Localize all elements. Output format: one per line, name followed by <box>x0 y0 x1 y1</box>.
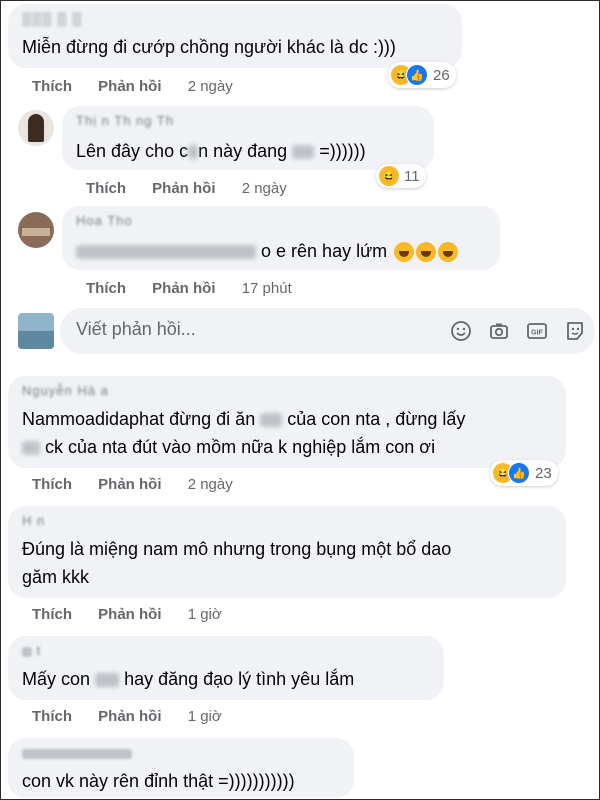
timestamp[interactable]: 2 ngày <box>188 476 233 493</box>
comment-author[interactable]: t <box>22 643 41 658</box>
comment-text: con vk này rên đỉnh thật =))))))))))) <box>22 771 295 791</box>
comment-bubble: t Mấy con hay đăng đạo lý tình yêu lắm <box>8 636 444 700</box>
svg-text:GIF: GIF <box>531 330 543 337</box>
comment-actions: Thích Phản hồi 2 ngày <box>32 476 233 493</box>
reply-input[interactable]: Viết phản hồi... GIF <box>60 308 595 354</box>
avatar[interactable] <box>18 212 54 248</box>
comment-actions: Thích Phản hồi 2 ngày <box>86 180 287 197</box>
comment-text: ck của nta đút vào mồm nữa k nghiệp lắm … <box>22 434 435 460</box>
gif-icon[interactable]: GIF <box>526 320 548 342</box>
like-icon: 👍 <box>406 64 428 86</box>
comment-author[interactable]: H n <box>22 513 45 528</box>
comment-author[interactable]: ▒▒▒ ▒ ▒ <box>22 11 82 26</box>
reply-placeholder: Viết phản hồi... <box>76 319 196 339</box>
comment-text: Miễn đừng đi cướp chồng người khác là dc… <box>22 37 396 57</box>
haha-icon: 😆 <box>379 166 399 186</box>
timestamp[interactable]: 17 phút <box>242 280 292 297</box>
comment-author[interactable]: Nguyễn Hà a <box>22 383 109 398</box>
comment-actions: Thích Phản hồi 17 phút <box>86 280 292 297</box>
reply-button[interactable]: Phản hồi <box>152 280 215 297</box>
comment-bubble: Hoa Tho o e rên hay lứm <box>62 206 500 270</box>
comment-text: Đúng là miệng nam mô nhưng trong bụng mộ… <box>22 539 452 559</box>
current-user-avatar <box>18 313 54 349</box>
timestamp[interactable]: 1 giờ <box>188 708 222 725</box>
timestamp[interactable]: 2 ngày <box>188 78 233 95</box>
reply-button[interactable]: Phản hồi <box>98 78 161 95</box>
like-button[interactable]: Thích <box>86 280 126 297</box>
comment-text: găm kkk <box>22 567 90 587</box>
comment-text: o e rên hay lứm <box>76 238 459 264</box>
reply-button[interactable]: Phản hồi <box>98 476 161 493</box>
like-button[interactable]: Thích <box>32 606 72 623</box>
like-button[interactable]: Thích <box>32 78 72 95</box>
reply-button[interactable]: Phản hồi <box>98 606 161 623</box>
timestamp[interactable]: 2 ngày <box>242 180 287 197</box>
haha-emoji-icon <box>438 242 459 263</box>
comment-author[interactable]: Hoa Tho <box>76 213 133 228</box>
like-button[interactable]: Thích <box>32 708 72 725</box>
reply-button[interactable]: Phản hồi <box>98 708 161 725</box>
comment-text: Mấy con hay đăng đạo lý tình yêu lắm <box>22 669 355 689</box>
timestamp[interactable]: 1 giờ <box>188 606 222 623</box>
reaction-summary[interactable]: 😆 👍 23 <box>490 460 558 486</box>
comment-actions: Thích Phản hồi 2 ngày <box>32 78 233 95</box>
haha-emoji-icon <box>416 242 437 263</box>
comment-bubble: con vk này rên đỉnh thật =))))))))))) <box>8 738 354 798</box>
comment-bubble: H n Đúng là miệng nam mô nhưng trong bụn… <box>8 506 566 598</box>
reaction-summary[interactable]: 😆 👍 26 <box>388 62 456 88</box>
comment-actions: Thích Phản hồi 1 giờ <box>32 708 222 725</box>
reaction-summary[interactable]: 😆 11 <box>376 164 426 188</box>
like-icon: 👍 <box>508 462 530 484</box>
avatar[interactable] <box>18 110 54 146</box>
comment-text: Nammoadidaphat đừng đi ăn của con nta , … <box>22 409 466 429</box>
camera-icon[interactable] <box>488 320 510 342</box>
comment-bubble: Nguyễn Hà a Nammoadidaphat đừng đi ăn củ… <box>8 376 566 468</box>
comment-bubble: Thị n Th ng Th Lên đây cho cn này đang =… <box>62 106 434 170</box>
like-button[interactable]: Thích <box>86 180 126 197</box>
comment-text: Lên đây cho cn này đang =)))))) <box>76 141 366 161</box>
smile-icon[interactable] <box>450 320 472 342</box>
haha-emoji-icon <box>394 242 415 263</box>
comment-author[interactable]: Thị n Th ng Th <box>76 113 174 128</box>
reply-button[interactable]: Phản hồi <box>152 180 215 197</box>
comment-bubble: ▒▒▒ ▒ ▒ Miễn đừng đi cướp chồng người kh… <box>8 4 462 68</box>
like-button[interactable]: Thích <box>32 476 72 493</box>
comment-author[interactable] <box>22 745 132 760</box>
sticker-icon[interactable] <box>564 320 586 342</box>
comment-actions: Thích Phản hồi 1 giờ <box>32 606 222 623</box>
